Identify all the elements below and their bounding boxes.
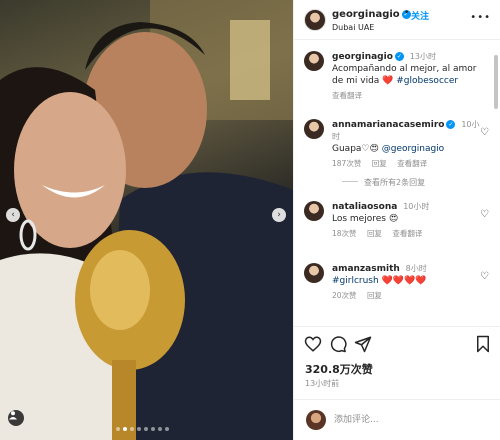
comment-hashtag[interactable]: #girlcrush: [332, 276, 379, 286]
tag-user-icon: [9, 411, 17, 420]
more-options-icon[interactable]: •••: [470, 12, 491, 23]
comment-likes[interactable]: 18次赞: [332, 229, 357, 238]
photo-illustration: [0, 0, 293, 440]
carousel-next-button[interactable]: ›: [272, 208, 286, 222]
commenter-avatar[interactable]: [304, 201, 324, 221]
carousel-dot-active: [123, 427, 127, 431]
comment-body: amanzasmith 8小时 #girlcrush ❤️❤️❤️❤️ 20次赞…: [332, 263, 482, 302]
comment-time: 13小时: [409, 52, 436, 61]
comment-text: Los mejores 😍: [332, 214, 399, 224]
reply-link[interactable]: 回复: [367, 291, 382, 300]
comment-icon[interactable]: [329, 335, 347, 353]
translate-link[interactable]: 查看翻译: [397, 159, 427, 168]
comment-time: 8小时: [405, 264, 427, 273]
carousel-dot: [158, 427, 162, 431]
share-icon[interactable]: [354, 335, 372, 353]
comment-meta: 18次赞 回复 查看翻译: [332, 228, 482, 240]
current-user-avatar: [306, 410, 326, 430]
comment-text: ❤️❤️❤️❤️: [378, 276, 427, 286]
commenter-avatar[interactable]: [304, 263, 324, 283]
chevron-right-icon: ›: [277, 210, 281, 220]
add-comment-bar: [294, 399, 500, 440]
carousel-dot: [144, 427, 148, 431]
carousel-indicator: [116, 427, 169, 431]
reply-link[interactable]: 回复: [372, 159, 387, 168]
reply-link[interactable]: 回复: [367, 229, 382, 238]
carousel-dot: [165, 427, 169, 431]
tagged-users-button[interactable]: [8, 410, 24, 426]
translate-link[interactable]: 查看翻译: [332, 91, 362, 100]
heart-icon[interactable]: [304, 335, 322, 353]
comment-time: 10小时: [403, 202, 430, 211]
comment-likes[interactable]: 187次赞: [332, 159, 361, 168]
author-username[interactable]: georginagio: [332, 9, 400, 20]
post-location[interactable]: Dubai UAE: [332, 23, 374, 32]
follow-button[interactable]: 关注: [411, 9, 429, 22]
post-header: georginagio ✓ • 关注 Dubai UAE •••: [294, 0, 500, 40]
author-avatar[interactable]: [304, 9, 326, 31]
post-panel: georginagio ✓ • 关注 Dubai UAE ••• georgina…: [293, 0, 500, 440]
comment-meta: 20次赞 回复: [332, 290, 482, 302]
comment-meta: 查看翻译: [332, 90, 482, 102]
comment-username[interactable]: nataliaosona: [332, 202, 397, 212]
comment-body: georginagio ✓ 13小时 Acompañando al mejor, …: [332, 51, 482, 102]
header-separator: •: [404, 8, 410, 18]
comment-hashtag[interactable]: #globesoccer: [396, 76, 458, 86]
comment-meta: 187次赞 回复 查看翻译: [332, 158, 482, 170]
comment-username[interactable]: georginagio: [332, 52, 393, 62]
commenter-avatar[interactable]: [304, 51, 324, 71]
comment-likes[interactable]: 20次赞: [332, 291, 357, 300]
translate-link[interactable]: 查看翻译: [392, 229, 422, 238]
comment-username[interactable]: annamarianacasemiro: [332, 120, 444, 130]
comments-scrollbar[interactable]: [494, 55, 498, 109]
carousel-dot: [137, 427, 141, 431]
comment-body: annamarianacasemiro ✓ 10小时 Guapa♡😍 @georg…: [332, 119, 482, 170]
comment-like-heart-icon[interactable]: ♡: [480, 127, 489, 138]
comment-like-heart-icon[interactable]: ♡: [480, 209, 489, 220]
carousel-dot: [151, 427, 155, 431]
verified-icon: ✓: [394, 52, 404, 61]
verified-icon: ✓: [446, 120, 456, 129]
post-image[interactable]: ‹ ›: [0, 0, 293, 440]
bookmark-icon[interactable]: [474, 335, 492, 353]
comment-body: nataliaosona 10小时 Los mejores 😍 18次赞 回复 …: [332, 201, 482, 240]
chevron-left-icon: ‹: [11, 210, 15, 220]
comment-like-heart-icon[interactable]: ♡: [480, 271, 489, 282]
post-likes-count[interactable]: 320.8万次赞: [305, 361, 373, 377]
carousel-prev-button[interactable]: ‹: [6, 208, 20, 222]
author-username-row[interactable]: georginagio ✓: [332, 9, 411, 20]
carousel-dot: [130, 427, 134, 431]
comment-username[interactable]: amanzasmith: [332, 264, 400, 274]
view-replies-link[interactable]: 查看所有2条回复: [342, 177, 425, 188]
carousel-dot: [116, 427, 120, 431]
post-timestamp: 13小时前: [305, 379, 340, 388]
comment-mention[interactable]: @georginagio: [382, 144, 444, 154]
comment-text: Guapa♡😍: [332, 144, 382, 154]
comment-input[interactable]: [334, 412, 484, 428]
commenter-avatar[interactable]: [304, 119, 324, 139]
comments-list[interactable]: georginagio ✓ 13小时 Acompañando al mejor, …: [294, 41, 500, 321]
